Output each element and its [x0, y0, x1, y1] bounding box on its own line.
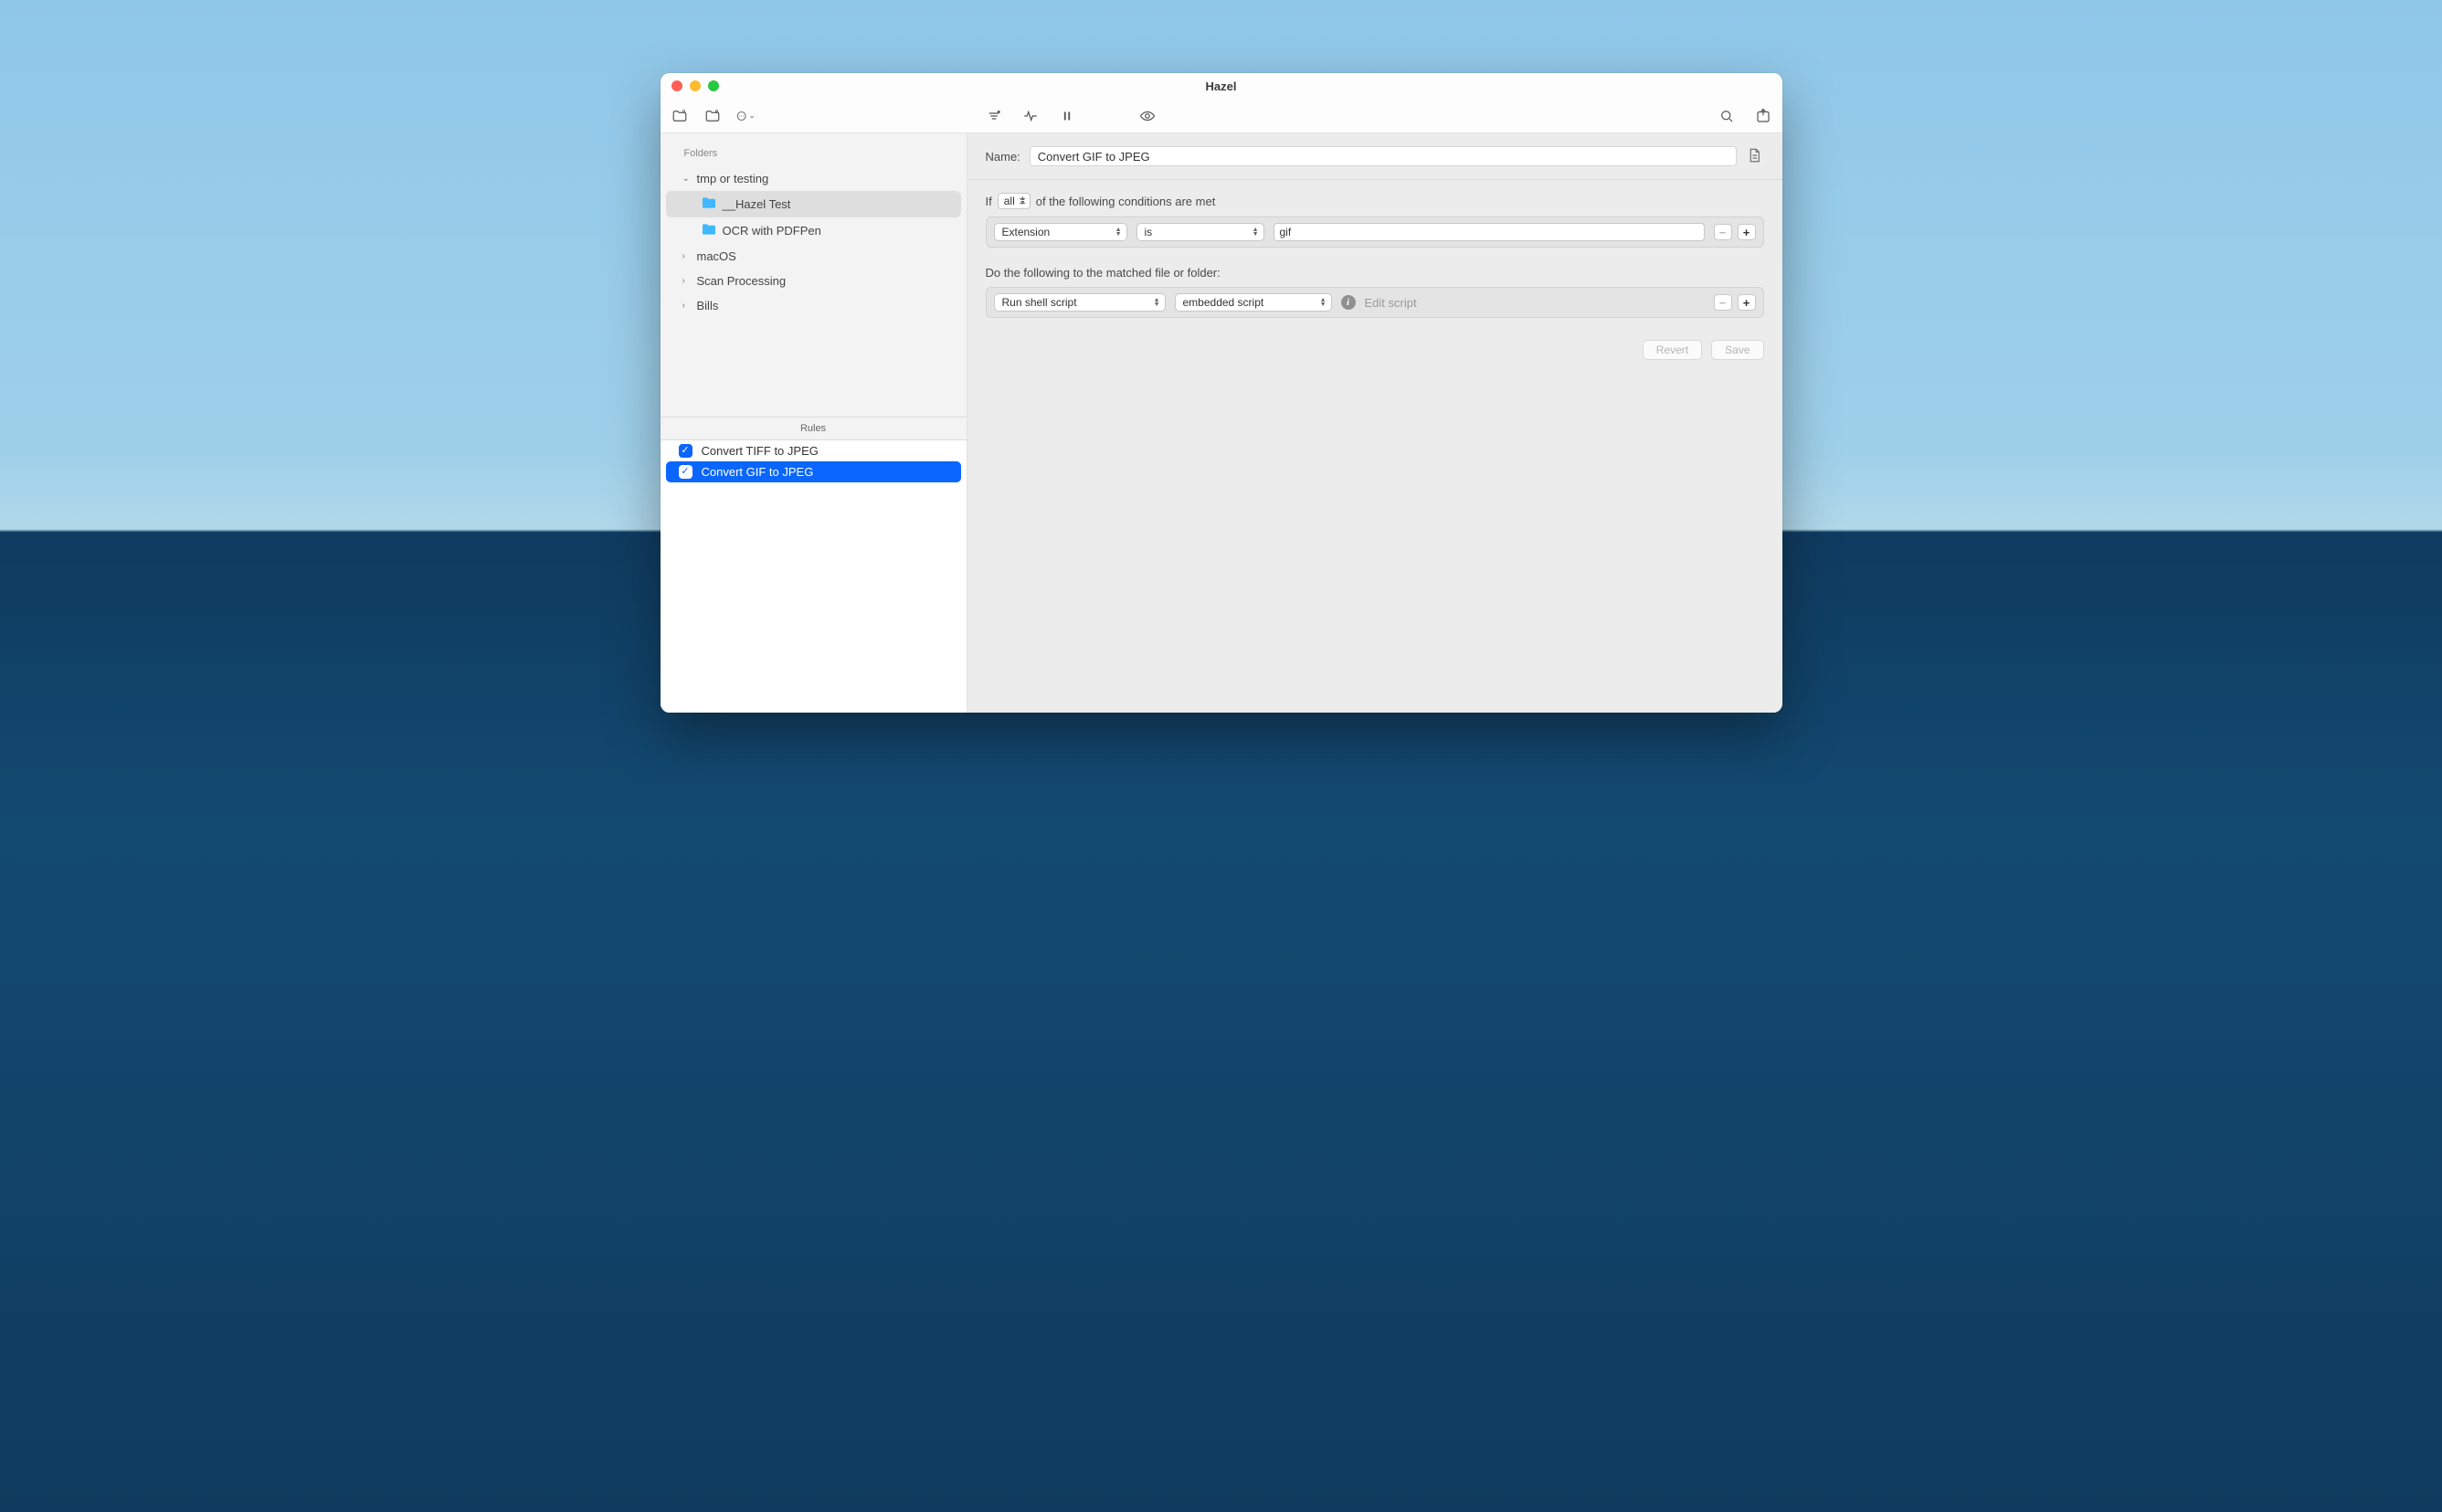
- revert-button[interactable]: Revert: [1643, 340, 1702, 360]
- notes-button[interactable]: [1746, 147, 1764, 165]
- action-option-select[interactable]: embedded script ▲▼: [1175, 293, 1332, 312]
- filter-button[interactable]: [984, 106, 1004, 126]
- condition-operator-select[interactable]: is ▲▼: [1136, 223, 1264, 241]
- condition-row: Extension ▲▼ is ▲▼ − +: [986, 217, 1764, 248]
- remove-condition-button[interactable]: −: [1714, 224, 1732, 240]
- chevron-down-icon: ⌄: [682, 174, 692, 184]
- action-row: Run shell script ▲▼ embedded script ▲▼ i…: [986, 287, 1764, 318]
- folder-label: OCR with PDFPen: [723, 224, 821, 238]
- rule-label: Convert TIFF to JPEG: [702, 444, 819, 458]
- folder-group-label: Bills: [697, 299, 719, 312]
- save-button[interactable]: Save: [1711, 340, 1763, 360]
- name-label: Name:: [986, 150, 1020, 164]
- chevron-right-icon: ›: [682, 276, 692, 286]
- folder-group-scan-processing[interactable]: › Scan Processing: [661, 269, 967, 293]
- close-window-button[interactable]: [671, 80, 682, 91]
- rule-item-convert-gif[interactable]: ✓ Convert GIF to JPEG: [666, 461, 961, 482]
- folder-icon: [701, 223, 717, 238]
- sidebar: Folders ⌄ tmp or testing __Hazel Test OC…: [661, 133, 967, 713]
- folders-panel: Folders ⌄ tmp or testing __Hazel Test OC…: [661, 133, 967, 417]
- folder-group-macos[interactable]: › macOS: [661, 244, 967, 269]
- folder-group-label: tmp or testing: [697, 172, 769, 185]
- add-folder-button[interactable]: [670, 106, 690, 126]
- minimize-window-button[interactable]: [690, 80, 701, 91]
- rule-checkbox[interactable]: ✓: [679, 465, 692, 479]
- add-action-button[interactable]: +: [1738, 294, 1756, 311]
- window-title: Hazel: [1206, 79, 1237, 93]
- folder-item-ocr-pdfpen[interactable]: OCR with PDFPen: [661, 217, 967, 244]
- condition-value-input[interactable]: [1274, 223, 1705, 241]
- rule-checkbox[interactable]: ✓: [679, 444, 692, 458]
- remove-action-button[interactable]: −: [1714, 294, 1732, 311]
- zoom-window-button[interactable]: [708, 80, 719, 91]
- actions-section: Do the following to the matched file or …: [967, 255, 1782, 331]
- folder-label: __Hazel Test: [723, 197, 791, 211]
- action-type-select[interactable]: Run shell script ▲▼: [994, 293, 1166, 312]
- rule-editor: Name: If all ▲▼ of the following conditi…: [967, 133, 1782, 713]
- actions-intro: Do the following to the matched file or …: [986, 266, 1764, 280]
- rule-label: Convert GIF to JPEG: [702, 465, 814, 479]
- conditions-intro: If all ▲▼ of the following conditions ar…: [986, 193, 1764, 209]
- activity-button[interactable]: [1020, 106, 1041, 126]
- chevron-right-icon: ›: [682, 301, 692, 311]
- pause-button[interactable]: [1057, 106, 1077, 126]
- preview-button[interactable]: [1137, 106, 1158, 126]
- more-menu-button[interactable]: ⌄: [735, 106, 756, 126]
- titlebar: Hazel: [661, 73, 1782, 99]
- rules-list: ✓ Convert TIFF to JPEG ✓ Convert GIF to …: [661, 440, 967, 713]
- folder-icon: [701, 196, 717, 212]
- editor-buttons: Revert Save: [967, 331, 1782, 369]
- folders-header: Folders: [661, 143, 967, 166]
- toolbar: ⌄: [661, 99, 1782, 133]
- window-controls: [671, 80, 719, 91]
- folder-group-tmp-or-testing[interactable]: ⌄ tmp or testing: [661, 166, 967, 191]
- folder-group-label: Scan Processing: [697, 274, 787, 288]
- content-area: Folders ⌄ tmp or testing __Hazel Test OC…: [661, 133, 1782, 713]
- search-button[interactable]: [1717, 106, 1737, 126]
- condition-scope-select[interactable]: all ▲▼: [998, 193, 1031, 209]
- cond-prefix: If: [986, 195, 992, 208]
- folder-group-label: macOS: [697, 249, 736, 263]
- chevron-right-icon: ›: [682, 251, 692, 261]
- rule-item-convert-tiff[interactable]: ✓ Convert TIFF to JPEG: [661, 440, 967, 461]
- cond-suffix: of the following conditions are met: [1036, 195, 1216, 208]
- rules-header: Rules: [661, 417, 967, 440]
- app-window: Hazel ⌄: [661, 73, 1782, 713]
- rule-name-input[interactable]: [1030, 146, 1737, 166]
- add-condition-button[interactable]: +: [1738, 224, 1756, 240]
- edit-script-button[interactable]: Edit script: [1365, 296, 1417, 310]
- name-row: Name:: [967, 133, 1782, 180]
- remove-folder-button[interactable]: [703, 106, 723, 126]
- folder-group-bills[interactable]: › Bills: [661, 293, 967, 318]
- info-icon[interactable]: i: [1341, 295, 1356, 310]
- share-export-button[interactable]: [1753, 106, 1773, 126]
- conditions-section: If all ▲▼ of the following conditions ar…: [967, 180, 1782, 255]
- folder-item-hazel-test[interactable]: __Hazel Test: [666, 191, 961, 217]
- condition-attribute-select[interactable]: Extension ▲▼: [994, 223, 1127, 241]
